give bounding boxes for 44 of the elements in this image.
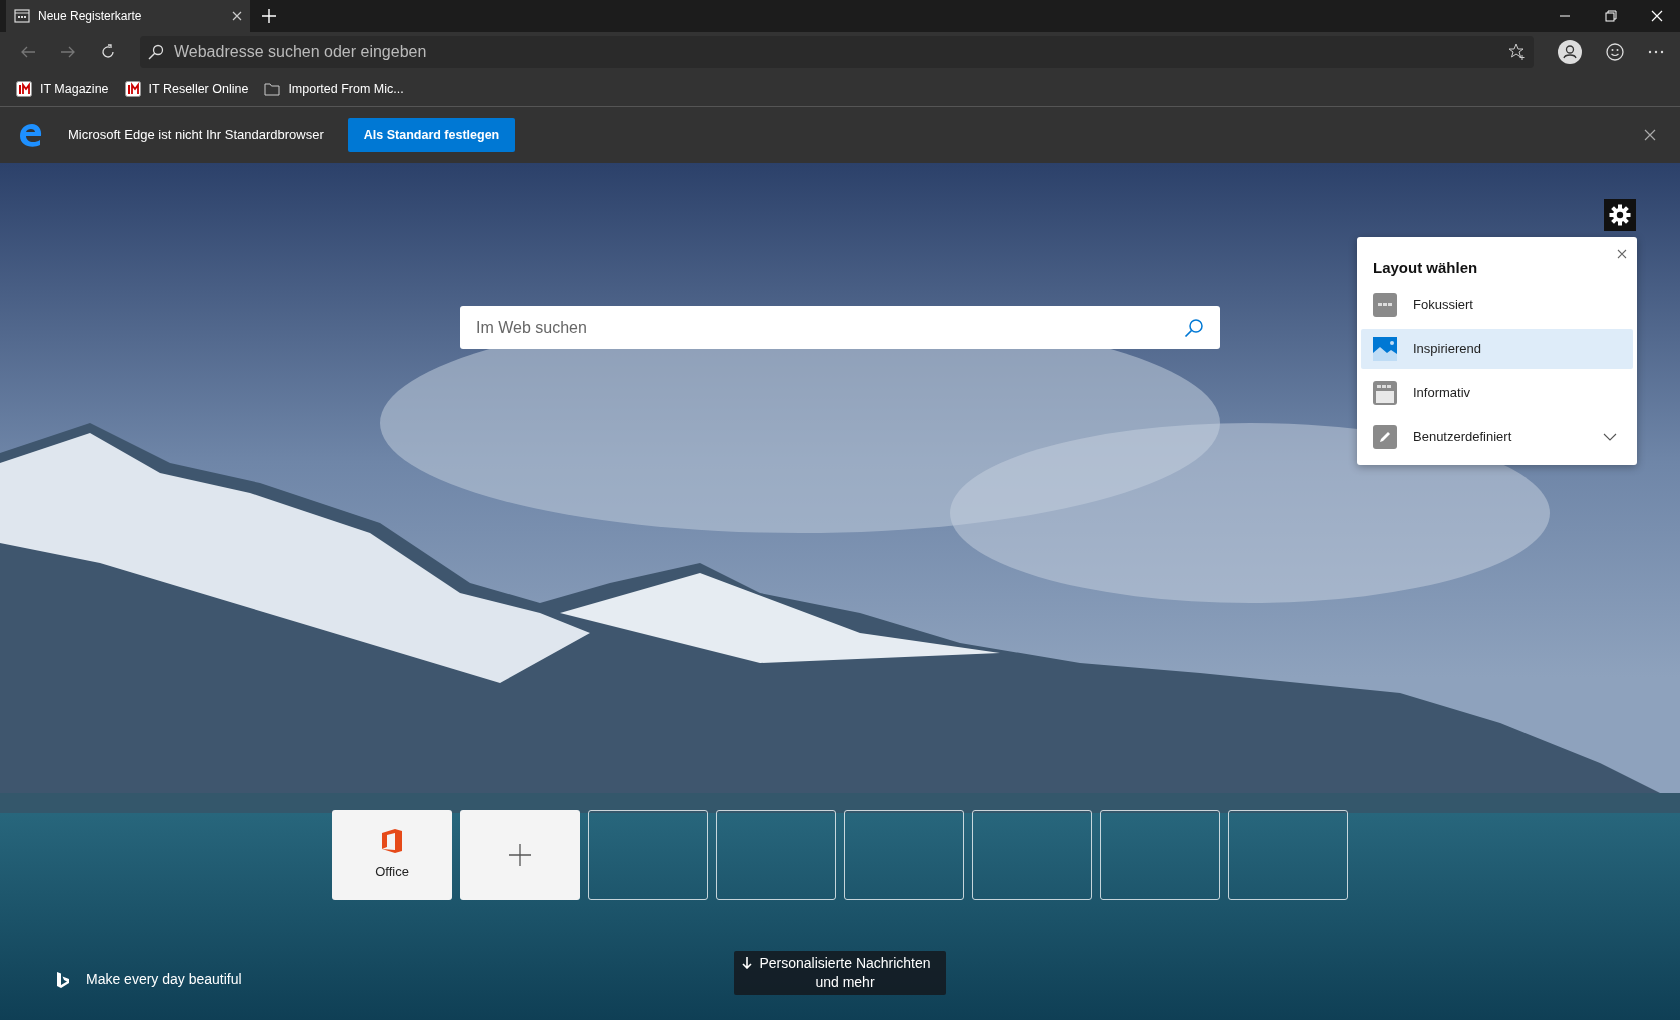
plus-icon [509, 844, 531, 866]
refresh-icon[interactable] [100, 44, 116, 60]
panel-title: Layout wählen [1373, 259, 1479, 277]
favorite-link[interactable]: IT Reseller Online [124, 79, 249, 99]
favorite-link[interactable]: IT Magazine [16, 79, 109, 99]
layout-option[interactable]: Informativ [1361, 373, 1633, 413]
site-logo-icon [16, 81, 32, 97]
profile-avatar-icon[interactable] [1558, 40, 1582, 64]
grid-layout-icon [1373, 381, 1397, 405]
set-default-button[interactable]: Als Standard festlegen [347, 117, 516, 153]
news-button[interactable]: Personalisierte Nachrichten und mehr [734, 951, 946, 995]
site-logo-icon [124, 81, 141, 97]
chevron-down-icon[interactable] [1603, 433, 1617, 441]
star-plus-icon[interactable] [1508, 43, 1526, 61]
office-logo-icon [381, 828, 403, 855]
search-icon [148, 44, 164, 60]
new-tab-icon[interactable] [262, 9, 276, 23]
address-bar[interactable]: Webadresse suchen oder eingeben [140, 36, 1534, 68]
infobar-message: Microsoft Edge ist nicht Ihr Standardbrowser [68, 126, 324, 145]
close-icon[interactable] [1644, 129, 1656, 141]
down-arrow-icon [742, 957, 752, 969]
back-arrow-icon[interactable] [20, 45, 36, 59]
smiley-icon[interactable] [1606, 43, 1624, 61]
search-icon[interactable] [1184, 317, 1204, 338]
add-site-tile[interactable] [460, 810, 580, 900]
more-icon[interactable] [1648, 50, 1664, 54]
bing-caption: Make every day beautiful [86, 970, 242, 989]
forward-arrow-icon[interactable] [60, 45, 76, 59]
layout-option[interactable]: Fokussiert [1361, 285, 1633, 325]
picture-layout-icon [1373, 337, 1397, 361]
focused-layout-icon [1373, 293, 1397, 317]
settings-icon[interactable] [1604, 199, 1636, 231]
layout-option[interactable]: Benutzerdefiniert [1361, 417, 1633, 457]
quick-link-tile[interactable]: Office [332, 810, 452, 900]
folder-icon [264, 82, 281, 96]
close-icon[interactable] [1617, 249, 1627, 259]
tab-page-icon [14, 9, 30, 23]
tab-title: Neue Registerkarte [38, 8, 143, 25]
layout-option[interactable]: Inspirierend [1361, 329, 1633, 369]
pencil-icon [1373, 425, 1397, 449]
browser-tab[interactable]: Neue Registerkarte [6, 0, 250, 32]
search-box[interactable]: Im Web suchen [460, 306, 1220, 349]
favorite-link[interactable]: Imported From Mic... [264, 79, 404, 99]
bing-logo-icon [56, 970, 70, 989]
